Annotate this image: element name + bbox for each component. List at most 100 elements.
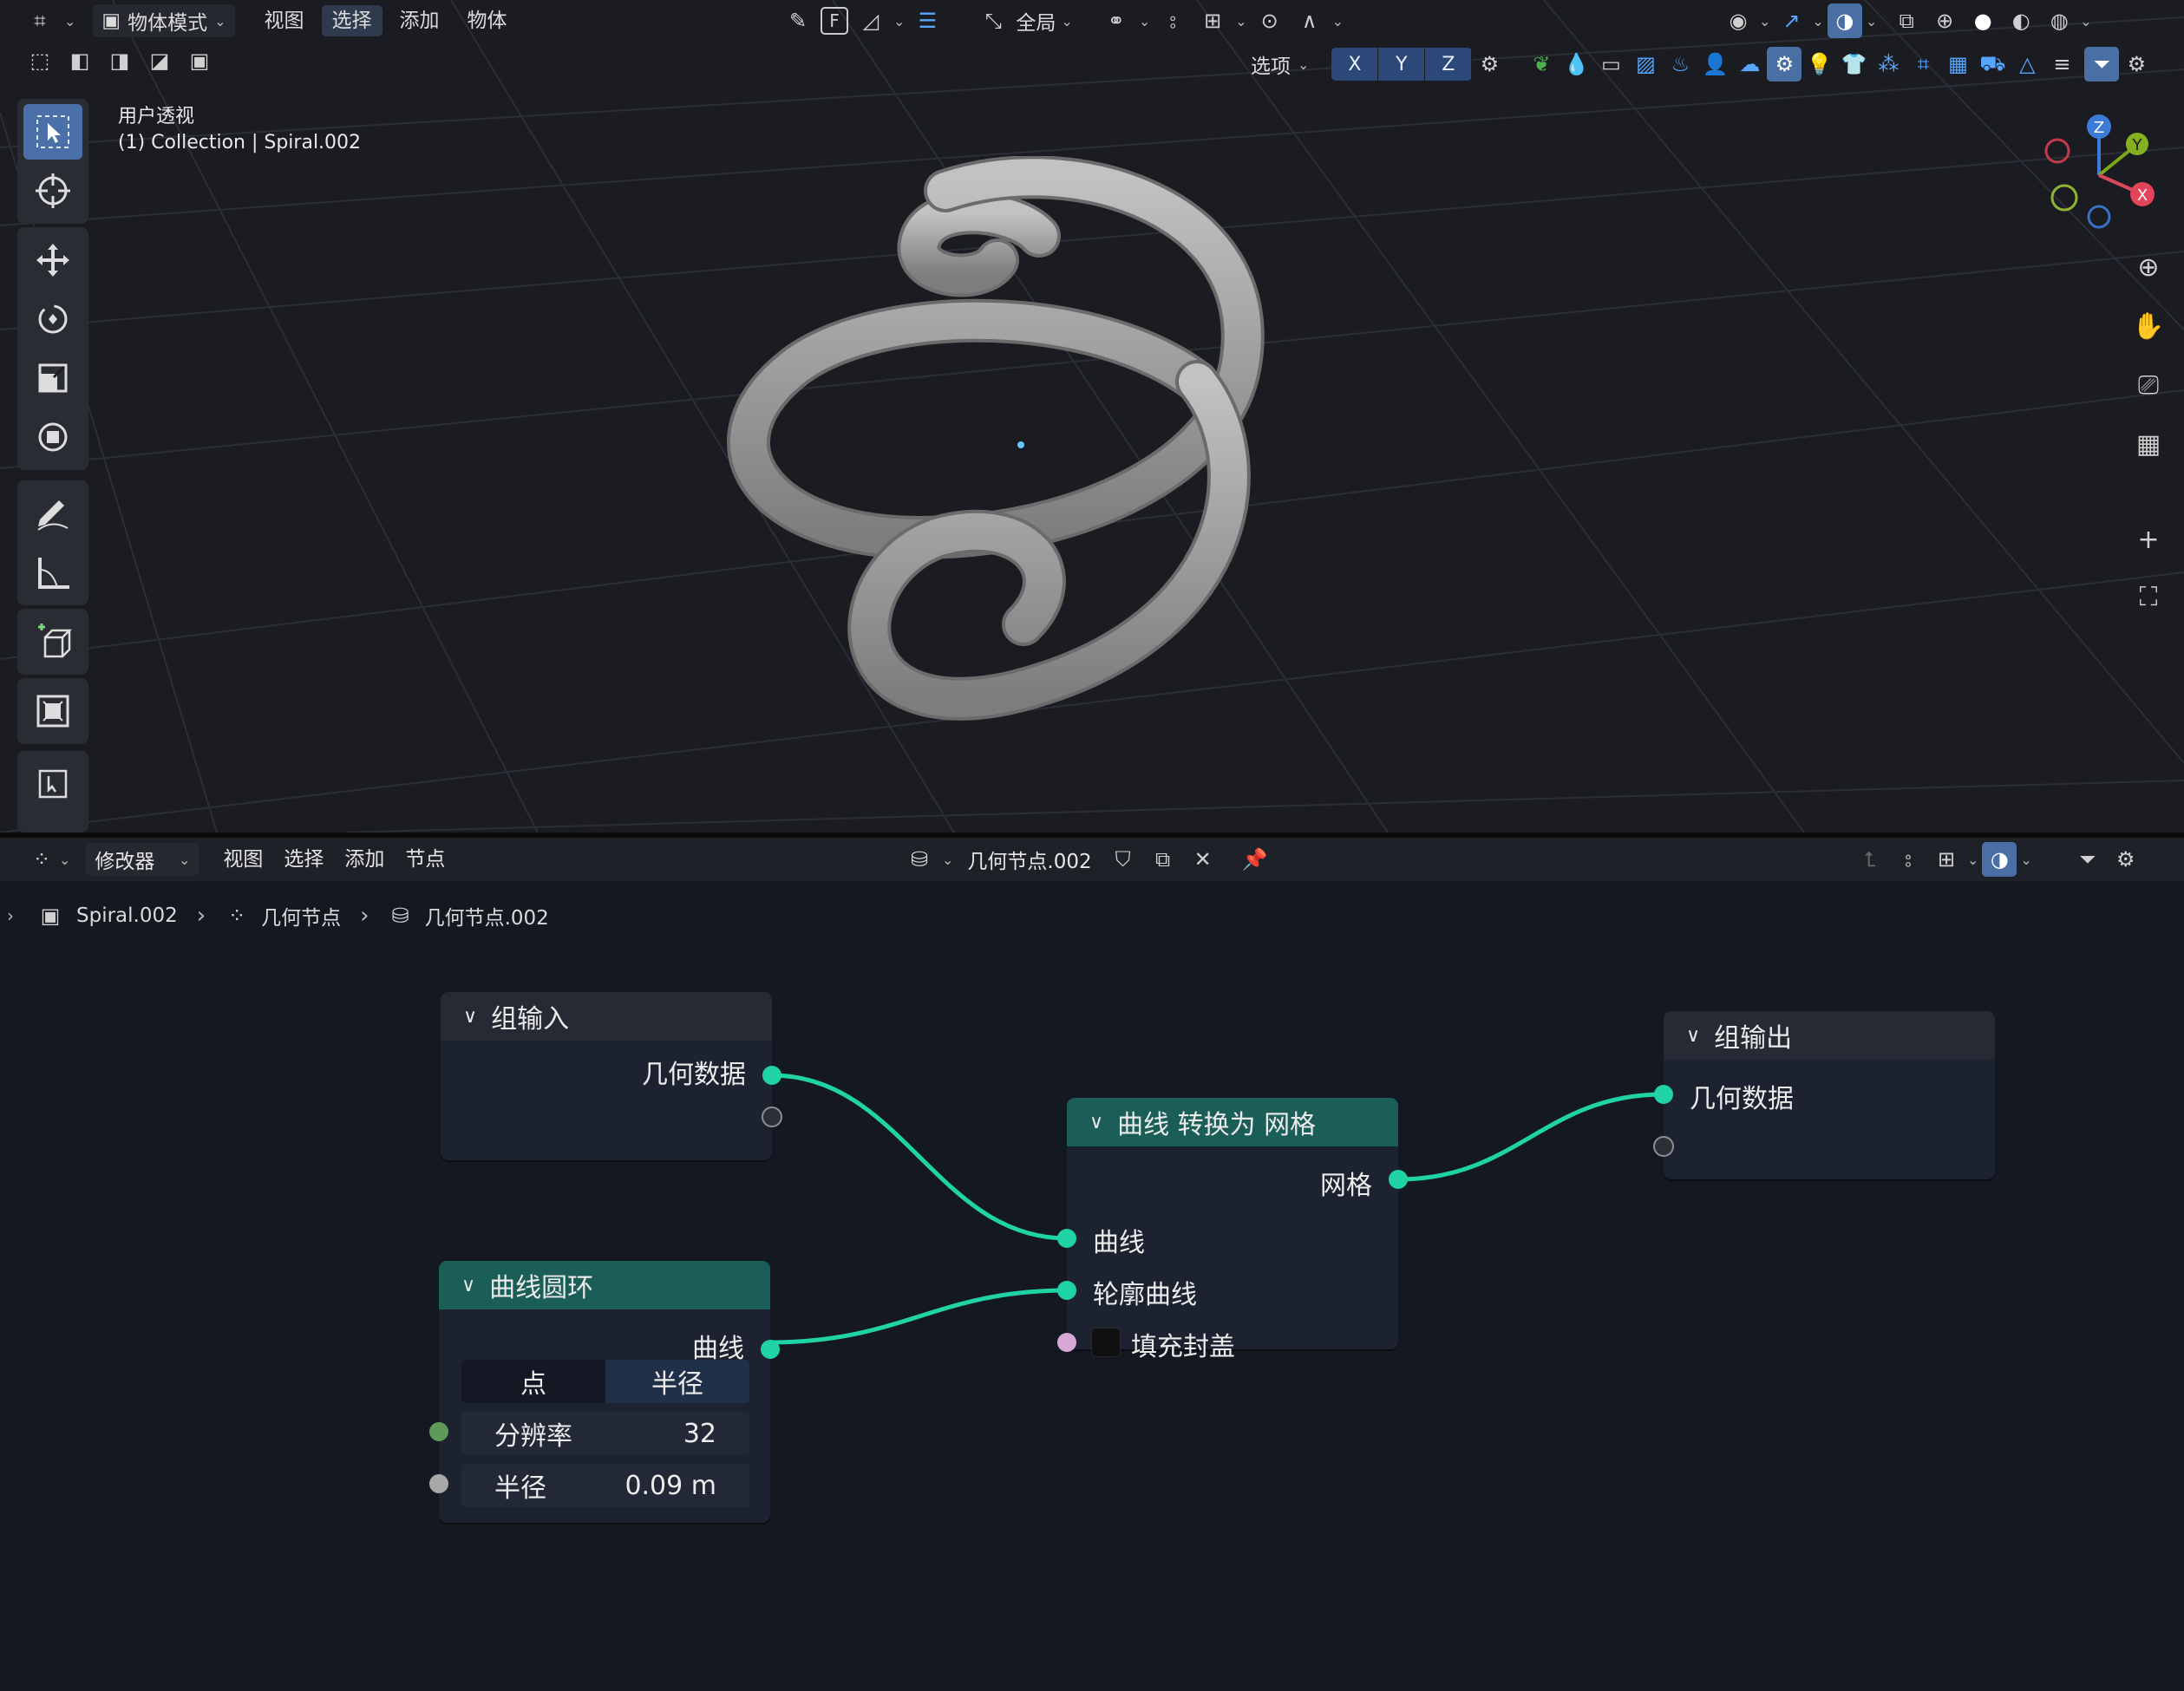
input-socket-fill-caps[interactable]	[1057, 1333, 1076, 1352]
frame-icon[interactable]: ⌗	[1906, 47, 1940, 82]
mirror-z-button[interactable]: Z	[1425, 48, 1473, 81]
select-intersect-icon[interactable]: ▣	[182, 43, 217, 78]
reel-icon[interactable]: ⚙	[1767, 47, 1802, 82]
image-icon[interactable]: ▨	[1628, 47, 1663, 82]
collapse-chevron-icon[interactable]: ∨	[461, 1275, 475, 1296]
overlay-toggle-icon[interactable]: ◑	[1982, 842, 2017, 877]
editor-context-dropdown[interactable]: 修改器 ⌄	[86, 843, 199, 876]
curve-to-mesh-node[interactable]: ∨ 曲线 转换为 网格 网格 曲线 轮廓曲线 填充封盖	[1057, 1098, 1408, 1362]
eyedropper-icon[interactable]: ✎	[781, 3, 815, 38]
gizmo-toggle-icon[interactable]: ↗	[1774, 3, 1808, 38]
snap-grid-icon[interactable]: ⊞	[1929, 842, 1964, 877]
steam-icon[interactable]: ♨	[1663, 47, 1697, 82]
perspective-grid-icon[interactable]: ▦	[2128, 423, 2169, 465]
group-input-node[interactable]: ∨ 组输入 几何数据	[441, 992, 782, 1160]
node-header[interactable]: ∨ 曲线圆环	[439, 1261, 770, 1309]
3d-viewport[interactable]: ⌗ ⌄ ▣ 物体模式 ⌄ 视图 选择 添加 物体 ✎ F ◿ ⌄ ☰ ⤡ 全局 ⌄ …	[0, 0, 2184, 832]
proportional-edit-icon[interactable]: ⊙	[1252, 3, 1287, 38]
filter-icon[interactable]: ⏷	[2084, 47, 2120, 82]
select-extend-icon[interactable]: ◨	[102, 43, 137, 78]
annotate-tool[interactable]	[23, 486, 82, 541]
duplicate-icon[interactable]: ⧉	[1146, 842, 1180, 877]
parent-tree-icon[interactable]: ⮤	[1853, 842, 1887, 877]
lightbulb-icon[interactable]: 💡	[1801, 47, 1836, 82]
sidebar-toggle-icon[interactable]: ›	[7, 905, 14, 926]
input-socket-radius[interactable]	[429, 1474, 448, 1493]
snap-magnet-icon[interactable]: ⦂	[1891, 842, 1926, 877]
triangle-icon[interactable]: △	[2010, 47, 2044, 82]
outliner-icon[interactable]: ☰	[910, 3, 945, 38]
camera-icon[interactable]: ⎚	[2128, 364, 2169, 406]
proportional-falloff-icon[interactable]: ∧	[1292, 3, 1327, 38]
node-header[interactable]: ∨ 组输入	[441, 992, 772, 1041]
collapse-chevron-icon[interactable]: ∨	[1686, 1025, 1700, 1047]
mirror-x-button[interactable]: X	[1331, 48, 1379, 81]
zoom-icon[interactable]: ⊕	[2128, 246, 2169, 288]
close-icon[interactable]: ✕	[1186, 842, 1220, 877]
falloff-icon[interactable]: ◿	[853, 3, 888, 38]
menu-view[interactable]: 视图	[254, 5, 315, 36]
radius-field[interactable]: 半径 0.09 m	[461, 1464, 749, 1507]
gear-icon[interactable]: ⚙	[2109, 842, 2143, 877]
scale-tool[interactable]	[23, 350, 82, 406]
move-tool[interactable]	[23, 232, 82, 288]
menu-object[interactable]: 物体	[457, 5, 518, 36]
material-shading-icon[interactable]: ◐	[2004, 3, 2038, 38]
node-header[interactable]: ∨ 组输出	[1664, 1011, 1995, 1060]
particles-icon[interactable]: ⁂	[1871, 47, 1906, 82]
cursor-tool[interactable]	[23, 163, 82, 219]
shirt-icon[interactable]: 👕	[1836, 47, 1871, 82]
image-tool[interactable]	[23, 683, 82, 739]
node-editor[interactable]: ⁘ ⌄ 修改器 ⌄ 视图 选择 添加 节点 ⛁ ⌄ 几何节点.002 ⛉ ⧉ ✕ 📌…	[0, 838, 2184, 1691]
output-socket-mesh[interactable]	[1389, 1170, 1408, 1189]
gear-icon[interactable]: ⚙	[2119, 47, 2154, 82]
pivot-icon[interactable]: ⚭	[1099, 3, 1134, 38]
gear-icon[interactable]: ⚙	[1472, 47, 1507, 82]
ne-menu-node[interactable]: 节点	[395, 844, 455, 875]
snap-key-icon[interactable]: F	[821, 7, 848, 35]
empty-tool[interactable]	[23, 756, 82, 812]
input-socket-curve[interactable]	[1057, 1229, 1076, 1248]
output-socket-geometry[interactable]	[762, 1066, 781, 1085]
input-socket-geometry[interactable]	[1654, 1085, 1673, 1104]
filter-icon[interactable]: ⏷	[2070, 842, 2105, 877]
ne-menu-view[interactable]: 视图	[213, 844, 273, 875]
node-editor-type-icon[interactable]: ⁘	[24, 842, 59, 877]
input-socket-resolution[interactable]	[429, 1422, 448, 1441]
plus-icon[interactable]: +	[2128, 519, 2169, 560]
visibility-icon[interactable]: ◉	[1721, 3, 1756, 38]
shield-icon[interactable]: ⛉	[1106, 842, 1141, 877]
rendered-shading-icon[interactable]: ◍	[2042, 3, 2076, 38]
navigation-gizmo[interactable]: Z Y X	[2030, 108, 2168, 238]
output-socket-curve[interactable]	[761, 1340, 780, 1359]
snap-target-icon[interactable]: ⊞	[1195, 3, 1230, 38]
wireframe-shading-icon[interactable]: ⊕	[1927, 3, 1962, 38]
mirror-y-button[interactable]: Y	[1378, 48, 1426, 81]
ne-menu-add[interactable]: 添加	[334, 844, 395, 875]
mode-points-button[interactable]: 点	[461, 1360, 605, 1403]
node-tree-icon[interactable]: ⛁	[902, 842, 937, 877]
cloud-icon[interactable]: ☁	[1732, 47, 1767, 82]
select-box-icon[interactable]: ⬚	[23, 43, 57, 78]
person-icon[interactable]: 👤	[1697, 47, 1732, 82]
pin-icon[interactable]: 📌	[1238, 842, 1272, 877]
ne-menu-select[interactable]: 选择	[273, 844, 334, 875]
transform-tool[interactable]	[23, 409, 82, 465]
curve-circle-node[interactable]: ∨ 曲线圆环 曲线 点 半径 分辨率 32 半径 0.09 m	[429, 1261, 780, 1523]
fill-caps-checkbox[interactable]	[1091, 1328, 1121, 1357]
breadcrumb-tree[interactable]: 几何节点.002	[425, 901, 549, 930]
select-tool[interactable]	[23, 104, 82, 160]
resolution-field[interactable]: 分辨率 32	[461, 1412, 749, 1455]
menu-lines-icon[interactable]: ≡	[2044, 47, 2079, 82]
group-output-node[interactable]: ∨ 组输出 几何数据	[1653, 1011, 1995, 1179]
measure-tool[interactable]	[23, 545, 82, 600]
leaf-icon[interactable]: ❦	[1524, 47, 1559, 82]
overlay-toggle-icon[interactable]: ◑	[1827, 3, 1862, 38]
output-socket-virtual[interactable]	[762, 1107, 782, 1127]
add-cube-tool[interactable]	[23, 614, 82, 669]
spiral-object[interactable]	[711, 156, 1301, 746]
menu-add[interactable]: 添加	[389, 5, 450, 36]
transform-orientation-label[interactable]: 全局	[1016, 6, 1056, 36]
collapse-chevron-icon[interactable]: ∨	[1089, 1112, 1103, 1133]
xray-icon[interactable]: ⧉	[1889, 3, 1924, 38]
